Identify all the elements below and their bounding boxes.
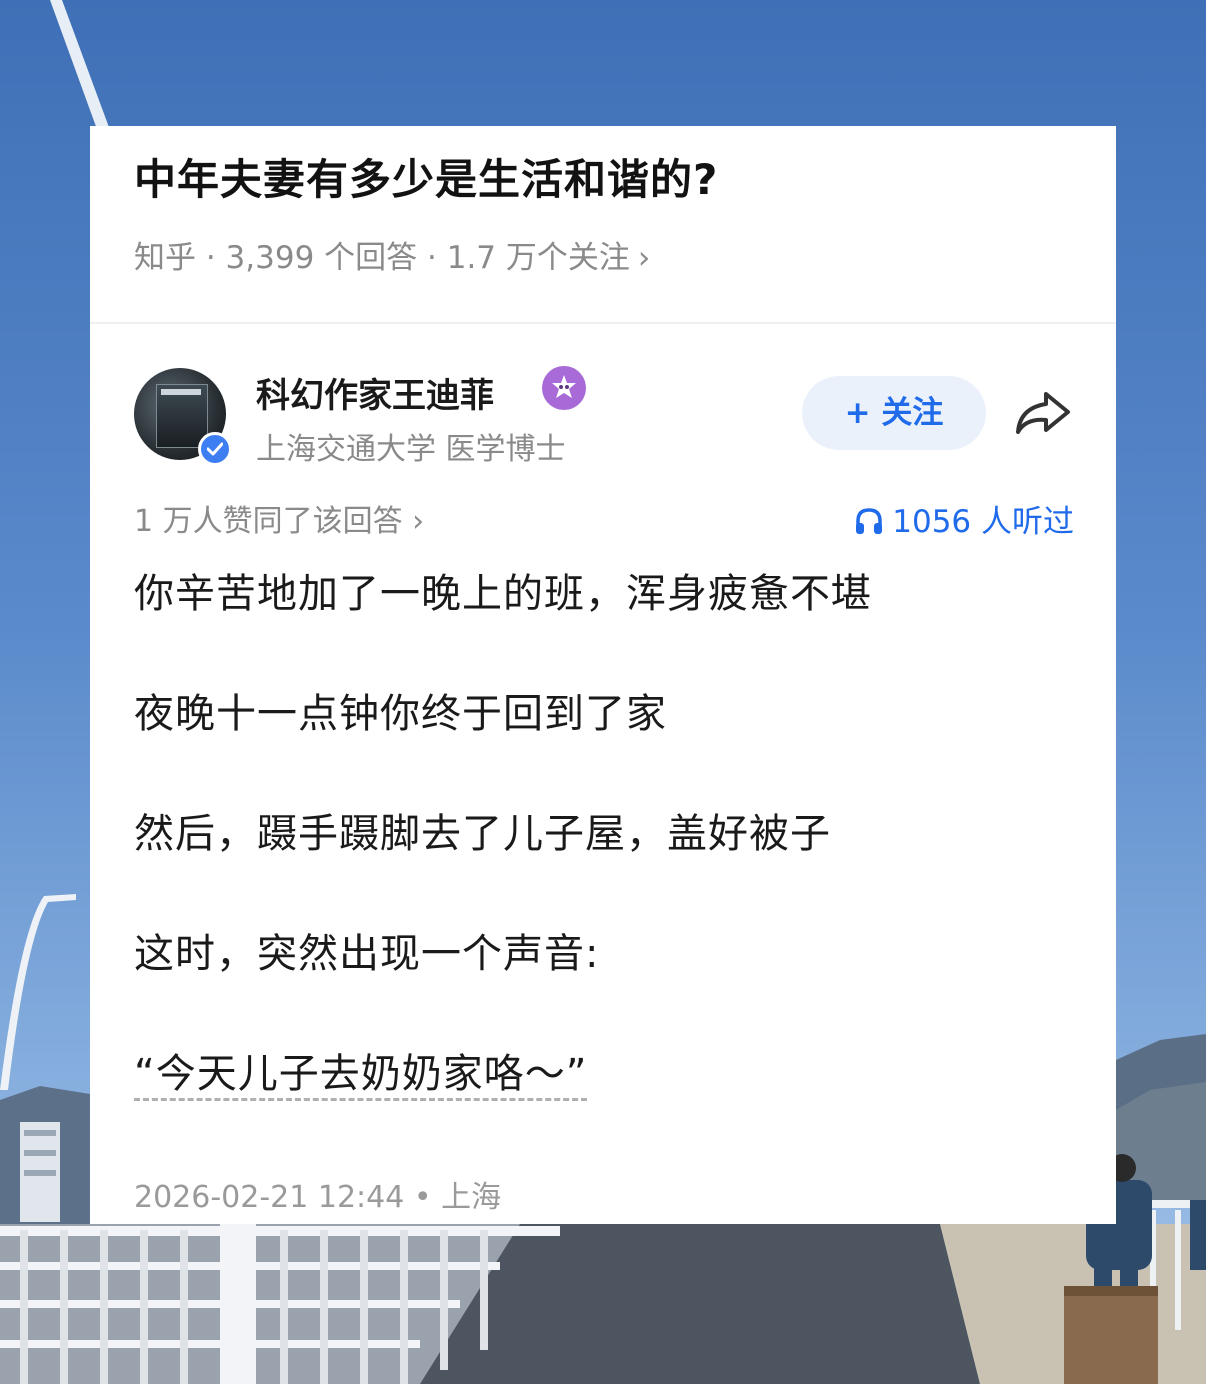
content-line-quote: “今天儿子去奶奶家咯～” (134, 1044, 1074, 1164)
verified-check-icon (198, 432, 232, 466)
listened-text: 1056 人听过 (892, 504, 1074, 540)
content-line: 夜晚十一点钟你终于回到了家 (134, 691, 667, 737)
question-title[interactable]: 中年夫妻有多少是生活和谐的? (134, 146, 718, 207)
question-meta-text: 知乎 · 3,399 个回答 · 1.7 万个关注 (134, 240, 630, 276)
quote-text: “今天儿子去奶奶家咯～” (134, 1050, 588, 1101)
author-name[interactable]: 科幻作家王迪菲 (256, 368, 494, 417)
creator-badge-icon[interactable] (542, 366, 586, 410)
author-subtitle: 上海交通大学 医学博士 (256, 432, 566, 467)
answer-card: 中年夫妻有多少是生活和谐的? 知乎 · 3,399 个回答 · 1.7 万个关注… (90, 126, 1116, 1224)
content-line: 这时，突然出现一个声音: (134, 931, 600, 977)
timestamp-location: 2026-02-21 12:44 • 上海 (134, 1180, 502, 1215)
upvote-summary[interactable]: 1 万人赞同了该回答 › (134, 496, 424, 540)
content-line: 你辛苦地加了一晚上的班，浑身疲惫不堪 (134, 571, 872, 617)
answer-content[interactable]: 你辛苦地加了一晚上的班，浑身疲惫不堪 夜晚十一点钟你终于回到了家 然后，蹑手蹑脚… (134, 564, 1074, 1164)
listened-count[interactable]: 1056 人听过 (854, 496, 1074, 541)
chevron-right-icon: › (637, 240, 651, 276)
question-meta[interactable]: 知乎 · 3,399 个回答 · 1.7 万个关注 › (134, 232, 650, 277)
divider (90, 322, 1116, 324)
headphones-icon (856, 508, 883, 534)
content-line: 然后，蹑手蹑脚去了儿子屋，盖好被子 (134, 811, 831, 857)
share-arrow-icon[interactable] (1012, 388, 1072, 442)
follow-button[interactable]: + 关注 (802, 376, 986, 450)
